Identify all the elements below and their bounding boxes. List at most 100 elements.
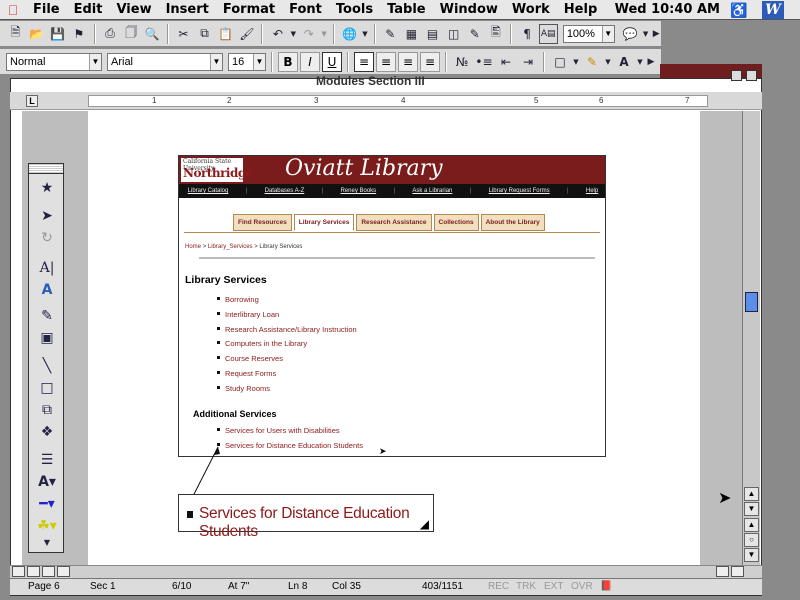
list-item[interactable]: Interlibrary Loan [217,310,357,325]
scroll-thumb[interactable] [745,292,758,312]
nav-link[interactable]: Library Request Forms [489,188,550,194]
text-box-icon[interactable]: A| [34,258,60,278]
toolbar-more-icon[interactable]: ▶ [651,24,661,44]
font-color-tool-icon[interactable]: A▾ [34,472,60,492]
collapse-box-icon[interactable] [746,70,757,81]
align-center-icon[interactable]: ≡ [376,51,396,72]
menu-help[interactable]: Help [557,0,604,20]
scroll-down-icon[interactable]: ▼ [744,502,759,516]
menu-edit[interactable]: Edit [67,0,110,20]
application-menu-icon[interactable]: W [762,1,784,19]
list-item[interactable]: Services for Distance Education Students [217,441,363,456]
vertical-scrollbar[interactable]: ▲ ▼ ▲ ○ ▼ [742,111,760,566]
embedded-webpage-image[interactable]: California State University Northridge O… [178,155,606,457]
list-item[interactable]: Computers in the Library [217,339,357,354]
list-item[interactable]: Course Reserves [217,354,357,369]
previous-page-icon[interactable]: ▲ [744,518,759,532]
horizontal-scrollbar[interactable] [10,565,762,578]
tab-about-library[interactable]: About the Library [480,214,545,231]
tab-collections[interactable]: Collections [433,214,479,231]
list-item[interactable]: Borrowing [217,295,357,310]
status-ext[interactable]: EXT [544,581,563,592]
select-browse-object-icon[interactable]: ○ [744,533,759,547]
insert-excel-icon[interactable]: ▤ [423,24,442,44]
horizontal-ruler[interactable]: L 1 2 3 4 5 6 7 [10,92,762,110]
web-toolbar-dropdown-icon[interactable]: ▼ [361,24,369,44]
list-item[interactable]: Services for Users with Disabilities [217,426,363,441]
scroll-up-icon[interactable]: ▲ [744,487,759,501]
nav-link[interactable]: Reney Books [340,188,376,194]
spelling-status-icon[interactable]: 📕 [600,581,612,592]
align-left-icon[interactable]: ≡ [354,51,374,72]
justify-icon[interactable]: ≡ [420,51,440,72]
nav-link[interactable]: Library Catalog [188,188,229,194]
palette-titlebar[interactable] [29,164,63,174]
document-title[interactable]: Modules Section III [316,74,425,88]
tables-borders-icon[interactable]: ✎ [381,24,400,44]
picture-icon[interactable]: ▣ [34,328,60,348]
print-preview-icon[interactable]: 🗍 [122,24,141,44]
tab-find-resources[interactable]: Find Resources [233,214,292,231]
line-style-icon[interactable]: ☰ [34,450,60,470]
assistant-dropdown-icon[interactable]: ▼ [642,24,650,44]
highlight-dropdown-icon[interactable]: ▼ [604,52,612,72]
line-color-icon[interactable]: ━▾ [34,494,60,514]
apple-menu-icon[interactable]:  [0,2,26,18]
nav-link[interactable]: Databases A-Z [265,188,305,194]
style-select[interactable]: Normal ▼ [6,52,102,71]
numbered-list-icon[interactable]: № [452,52,472,72]
font-color-dropdown-icon[interactable]: ▼ [636,52,644,72]
increase-indent-icon[interactable]: ⇥ [518,52,538,72]
normal-view-icon[interactable] [12,566,25,577]
clip-art-icon[interactable]: ✎ [34,306,60,326]
zoomed-callout[interactable]: Services for Distance Education Students… [178,494,434,540]
undo-dropdown-icon[interactable]: ▼ [290,24,298,44]
cut-icon[interactable]: ✂ [174,24,193,44]
decrease-indent-icon[interactable]: ⇤ [496,52,516,72]
font-color-icon[interactable]: A [614,52,634,72]
nav-link[interactable]: Ask a Librarian [412,188,452,194]
menu-tools[interactable]: Tools [329,0,380,20]
scroll-right-icon[interactable] [731,566,744,577]
menu-file[interactable]: File [26,0,67,20]
bulleted-list-icon[interactable]: •≡ [474,52,494,72]
wordart-icon[interactable]: A [34,280,60,300]
borders-icon[interactable]: □ [550,52,570,72]
zoom-box-icon[interactable] [731,70,742,81]
save-icon[interactable]: 💾 [48,24,67,44]
toolbar-more-icon[interactable]: ▶ [646,52,656,72]
bold-button[interactable]: B [278,51,298,72]
online-layout-view-icon[interactable] [27,566,40,577]
breadcrumb-home[interactable]: Home [185,244,201,250]
align-right-icon[interactable]: ≡ [398,51,418,72]
copy-icon[interactable]: ⧉ [195,24,214,44]
print-icon[interactable]: ⎙ [101,24,120,44]
drawing-icon[interactable]: ✎ [465,24,484,44]
menu-format[interactable]: Format [216,0,282,20]
nav-link[interactable]: Help [586,188,598,194]
office-assistant-icon[interactable]: 💬 [621,24,640,44]
status-ovr[interactable]: OVR [571,581,593,592]
open-folder-icon[interactable]: 📂 [27,24,46,44]
autoshapes-icon[interactable]: ★ [34,178,60,198]
document-map-icon[interactable]: 🖺 [486,24,505,44]
flag-icon[interactable]: ⚑ [69,24,88,44]
status-rec[interactable]: REC [488,581,509,592]
menu-table[interactable]: Table [380,0,433,20]
balloon-help-icon[interactable]: ♿ [730,2,748,18]
undo-icon[interactable]: ↶ [268,24,287,44]
redo-dropdown-icon[interactable]: ▼ [320,24,328,44]
format-painter-icon[interactable]: 🖌 [237,24,256,44]
palette-more-icon[interactable]: ▼ [34,532,60,552]
font-size-select[interactable]: 16 ▼ [228,52,266,71]
font-select[interactable]: Arial ▼ [107,52,223,71]
borders-dropdown-icon[interactable]: ▼ [572,52,580,72]
scroll-left-icon[interactable] [716,566,729,577]
tab-stop-selector[interactable]: L [26,95,38,107]
select-arrow-icon[interactable]: ➤ [34,206,60,226]
rectangle-icon[interactable]: □ [34,378,60,398]
menu-insert[interactable]: Insert [159,0,216,20]
find-icon[interactable]: 🔍 [143,24,162,44]
insert-table-icon[interactable]: ▦ [402,24,421,44]
page-layout-view-icon[interactable] [42,566,55,577]
